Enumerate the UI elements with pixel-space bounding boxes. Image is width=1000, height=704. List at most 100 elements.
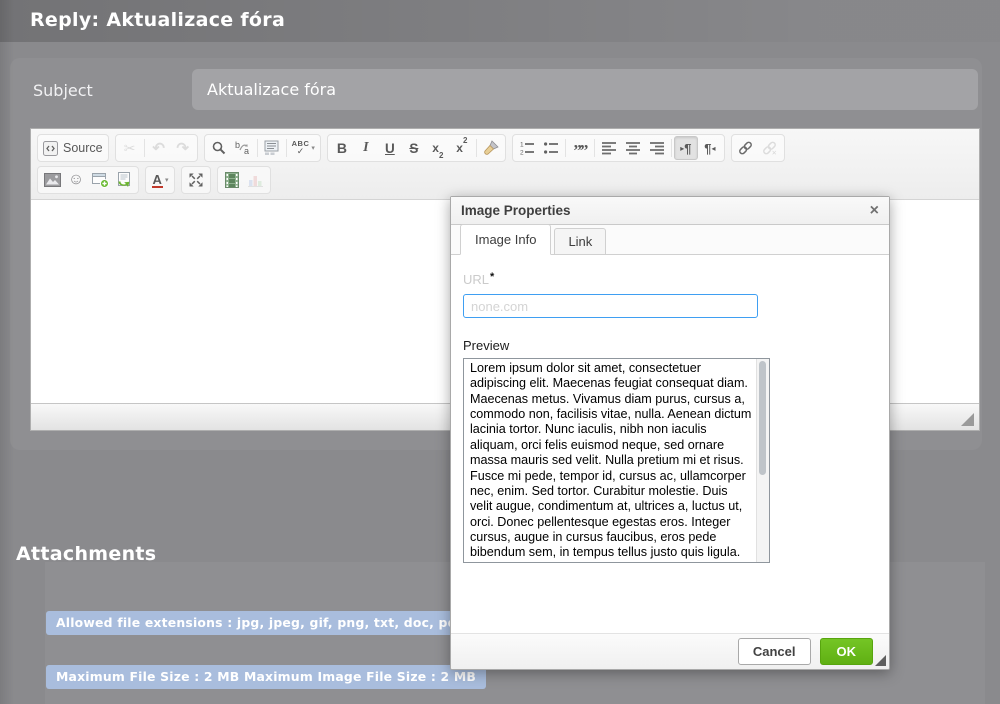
separator: [476, 139, 477, 157]
align-center-icon: [625, 140, 641, 156]
cut-button[interactable]: ✂: [118, 136, 142, 160]
rtl-icon: ¶: [704, 141, 711, 156]
superscript-button[interactable]: x2: [450, 136, 474, 160]
undo-icon: ↶: [152, 141, 165, 156]
subject-label: Subject: [33, 81, 93, 100]
dialog-body: URL* Preview Lorem ipsum dolor sit amet,…: [451, 255, 889, 563]
direction-rtl-button[interactable]: ¶◂: [698, 136, 722, 160]
image-properties-dialog: Image Properties × Image Info Link URL* …: [450, 196, 890, 670]
direction-ltr-button[interactable]: ▸¶: [674, 136, 698, 160]
toolbar-row-2: ☺ A ▾: [37, 166, 973, 198]
blockquote-icon: ””: [573, 147, 586, 155]
chart-button[interactable]: [244, 168, 268, 192]
max-file-size-badge: Maximum File Size : 2 MB Maximum Image F…: [46, 665, 486, 689]
required-mark: *: [490, 271, 494, 283]
ok-button[interactable]: OK: [820, 638, 874, 665]
image-icon: [44, 173, 61, 187]
underline-icon: U: [385, 141, 395, 156]
svg-text:a: a: [244, 146, 249, 156]
separator: [286, 139, 287, 157]
new-window-button[interactable]: [88, 168, 112, 192]
align-center-button[interactable]: [621, 136, 645, 160]
italic-icon: I: [363, 140, 368, 156]
dialog-resize-grip-icon[interactable]: [875, 655, 886, 666]
editor-toolbar: Source ✂ ↶ ↷ b a: [31, 129, 979, 200]
italic-button[interactable]: I: [354, 136, 378, 160]
group-color: A ▾: [145, 166, 175, 194]
group-source: Source: [37, 134, 109, 162]
group-find: b a ABC ✓ ▾: [204, 134, 321, 162]
blockquote-button[interactable]: ””: [568, 136, 592, 160]
resize-grip-icon[interactable]: [961, 413, 974, 426]
link-button[interactable]: [734, 136, 758, 160]
source-button[interactable]: Source: [40, 136, 106, 160]
align-left-button[interactable]: [597, 136, 621, 160]
replace-button[interactable]: b a: [231, 136, 255, 160]
redo-icon: ↷: [176, 141, 189, 156]
bold-icon: B: [337, 140, 347, 156]
unlink-icon: ✕: [761, 140, 778, 156]
text-color-button[interactable]: A ▾: [148, 168, 172, 192]
new-window-icon: [92, 172, 109, 188]
select-all-icon: [264, 140, 280, 156]
bulleted-list-button[interactable]: [539, 136, 563, 160]
spell-check-icon: ABC ✓: [292, 140, 310, 156]
url-input[interactable]: [463, 294, 758, 318]
subject-input[interactable]: [192, 69, 978, 110]
dialog-tabs: Image Info Link: [451, 225, 889, 255]
unlink-button[interactable]: ✕: [758, 136, 782, 160]
insert-image-button[interactable]: [40, 168, 64, 192]
tab-link[interactable]: Link: [554, 228, 606, 255]
link-icon: [737, 140, 754, 156]
templates-icon: [116, 172, 132, 188]
maximize-icon: [188, 172, 204, 188]
attachments-heading: Attachments: [16, 543, 156, 565]
dialog-title-bar[interactable]: Image Properties ×: [451, 197, 889, 225]
preview-label: Preview: [463, 338, 877, 353]
toolbar-row-1: Source ✂ ↶ ↷ b a: [37, 134, 973, 166]
separator: [671, 139, 672, 157]
dialog-title: Image Properties: [461, 203, 571, 218]
scrollbar-thumb[interactable]: [759, 361, 766, 475]
remove-format-button[interactable]: [479, 136, 503, 160]
preview-scrollbar[interactable]: [756, 359, 769, 562]
chart-icon: [248, 173, 264, 187]
spell-check-button[interactable]: ABC ✓ ▾: [289, 136, 318, 160]
smiley-button[interactable]: ☺: [64, 168, 88, 192]
chevron-down-icon: ▾: [165, 176, 169, 184]
close-icon[interactable]: ×: [870, 203, 879, 219]
chevron-down-icon: ▾: [311, 144, 315, 152]
bold-button[interactable]: B: [330, 136, 354, 160]
tab-image-info[interactable]: Image Info: [460, 224, 551, 255]
cut-icon: ✂: [124, 140, 136, 157]
remove-format-icon: [483, 140, 499, 156]
separator: [565, 139, 566, 157]
smiley-icon: ☺: [68, 172, 84, 188]
cancel-button[interactable]: Cancel: [738, 638, 811, 665]
replace-icon: b a: [234, 140, 252, 156]
redo-button[interactable]: ↷: [171, 136, 195, 160]
subscript-button[interactable]: x2: [426, 136, 450, 160]
group-links: ✕: [731, 134, 785, 162]
undo-button[interactable]: ↶: [147, 136, 171, 160]
film-icon: [225, 172, 239, 188]
search-icon: [211, 140, 227, 156]
underline-button[interactable]: U: [378, 136, 402, 160]
find-button[interactable]: [207, 136, 231, 160]
align-right-button[interactable]: [645, 136, 669, 160]
maximize-button[interactable]: [184, 168, 208, 192]
dialog-footer: Cancel OK: [451, 633, 889, 669]
strikethrough-button[interactable]: S: [402, 136, 426, 160]
strikethrough-icon: S: [409, 141, 418, 156]
align-left-icon: [601, 140, 617, 156]
bulleted-list-icon: [543, 140, 559, 156]
media-button[interactable]: [220, 168, 244, 192]
separator: [257, 139, 258, 157]
templates-button[interactable]: [112, 168, 136, 192]
numbered-list-button[interactable]: 12: [515, 136, 539, 160]
group-insert: ☺: [37, 166, 139, 194]
select-all-button[interactable]: [260, 136, 284, 160]
svg-text:2: 2: [520, 150, 524, 157]
source-icon: [43, 141, 58, 156]
preview-text: Lorem ipsum dolor sit amet, consectetuer…: [464, 359, 756, 562]
